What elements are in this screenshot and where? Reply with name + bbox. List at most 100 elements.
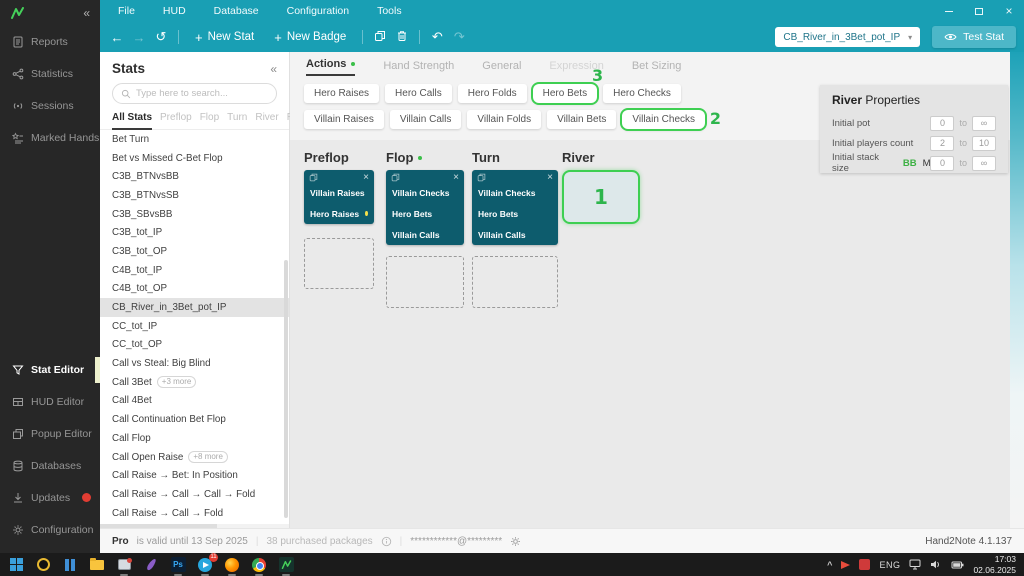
copy-icon[interactable] [391, 173, 400, 182]
list-item[interactable]: CB_River_in_3Bet_pot_IP [100, 298, 289, 317]
tray-app-icon[interactable] [841, 561, 850, 569]
undo-button[interactable]: ↶ [426, 29, 448, 45]
list-item[interactable]: CC_tot_IP [100, 317, 289, 336]
list-item[interactable]: Call Raise → Call → Fold [100, 504, 289, 523]
telegram-app-icon[interactable]: 11 [197, 557, 213, 573]
sidebar-item-popup-editor[interactable]: Popup Editor [0, 418, 100, 450]
stats-filter-tab[interactable]: Turn [227, 112, 247, 129]
initial-players-from-input[interactable]: 2 [930, 136, 954, 151]
card-action-row[interactable]: Villain Checks [386, 182, 464, 203]
stats-list-scrollbar[interactable] [284, 260, 288, 518]
list-item[interactable]: C4B_tot_OP [100, 280, 289, 299]
sidebar-collapse-button[interactable]: « [83, 6, 90, 20]
list-item[interactable]: Call 4Bet [100, 392, 289, 411]
list-item[interactable]: Call Continuation Bet Flop [100, 410, 289, 429]
initial-pot-to-input[interactable]: ∞ [972, 116, 996, 131]
list-item[interactable]: Call 3Bet +3 more [100, 373, 289, 392]
list-item[interactable]: Bet vs Missed C-Bet Flop [100, 149, 289, 168]
action-button-hero-calls[interactable]: Hero Calls [385, 84, 452, 103]
stats-filter-tab[interactable]: Flop [200, 112, 219, 129]
copy-icon[interactable] [477, 173, 486, 182]
new-badge-button[interactable]: + New Badge [264, 31, 356, 44]
explorer-app-icon[interactable] [89, 557, 105, 573]
card-action-row[interactable]: Villain Raises [304, 182, 374, 203]
initial-pot-from-input[interactable]: 0 [930, 116, 954, 131]
taskview-app-icon[interactable] [62, 557, 78, 573]
sidebar-item-databases[interactable]: Databases [0, 450, 100, 482]
river-highlighted-slot[interactable]: 1 [562, 170, 640, 224]
action-button-villain-folds[interactable]: Villain Folds [467, 110, 541, 129]
unit-bb-toggle[interactable]: BB [903, 158, 917, 169]
list-item[interactable]: C3B_BTNvsBB [100, 167, 289, 186]
hand2note-app-icon[interactable] [278, 557, 294, 573]
stats-filter-tab[interactable]: River [255, 112, 278, 129]
test-stat-button[interactable]: Test Stat [932, 26, 1016, 48]
unit-m-toggle[interactable]: M [923, 158, 931, 169]
monitor-icon[interactable] [909, 559, 921, 570]
flop-action-card[interactable]: × Villain ChecksHero BetsVillain Calls [386, 170, 464, 245]
list-item[interactable]: C3B_BTNvsSB [100, 186, 289, 205]
editor-tab[interactable]: Bet Sizing [632, 60, 682, 76]
close-icon[interactable]: × [363, 173, 369, 183]
sidebar-item-reports[interactable]: Reports [0, 26, 100, 58]
language-indicator[interactable]: ENG [879, 560, 900, 570]
editor-tab[interactable]: General [482, 60, 521, 76]
sidebar-item-sessions[interactable]: Sessions [0, 90, 100, 122]
action-button-villain-bets[interactable]: Villain Bets [547, 110, 616, 129]
tray-expand-chevron[interactable]: ^ [827, 560, 832, 570]
copy-icon[interactable] [309, 173, 318, 182]
card-action-row[interactable]: Villain Checks [472, 182, 558, 203]
flop-empty-slot[interactable] [386, 256, 464, 308]
editor-tab[interactable]: Hand Strength [383, 60, 454, 76]
card-action-row[interactable]: Hero Raises [304, 203, 374, 224]
minimize-button[interactable] [934, 0, 964, 22]
sidebar-item-hud-editor[interactable]: HUD Editor [0, 386, 100, 418]
redo-button[interactable]: ↷ [448, 29, 470, 45]
list-item[interactable]: Call Open Raise +8 more [100, 448, 289, 467]
list-item[interactable]: C3B_tot_IP [100, 223, 289, 242]
action-button-villain-checks[interactable]: Villain Checks 2 [622, 110, 705, 129]
speaker-icon[interactable] [930, 559, 942, 570]
gear-icon[interactable] [510, 536, 521, 547]
menu-item[interactable]: Database [200, 0, 273, 22]
clock[interactable]: 17:03 02.06.2025 [973, 554, 1016, 574]
menu-item[interactable]: File [104, 0, 149, 22]
initial-stack-from-input[interactable]: 0 [930, 156, 954, 171]
turn-action-card[interactable]: × Villain ChecksHero BetsVillain Calls [472, 170, 558, 245]
maximize-button[interactable] [964, 0, 994, 22]
preflop-empty-slot[interactable] [304, 238, 374, 289]
list-item[interactable]: C4B_tot_IP [100, 261, 289, 280]
stats-filter-tab[interactable]: Preflop [160, 112, 192, 129]
sidebar-item-configuration[interactable]: Configuration [0, 514, 100, 546]
action-button-hero-checks[interactable]: Hero Checks [603, 84, 681, 103]
action-button-hero-bets[interactable]: Hero Bets 3 [533, 84, 597, 103]
security-app-icon[interactable] [35, 557, 51, 573]
list-item[interactable]: Bet Turn [100, 130, 289, 149]
action-button-hero-raises[interactable]: Hero Raises [304, 84, 379, 103]
new-stat-button[interactable]: + New Stat [185, 31, 264, 44]
list-item[interactable]: CC_tot_OP [100, 336, 289, 355]
search-input[interactable] [136, 88, 268, 99]
sidebar-item-updates[interactable]: Updates [0, 482, 100, 514]
lightshot-app-icon[interactable] [143, 557, 159, 573]
back-button[interactable]: ← [106, 30, 128, 45]
list-item[interactable]: C3B_tot_OP [100, 242, 289, 261]
start-button[interactable] [8, 557, 24, 573]
forward-button[interactable]: → [128, 30, 150, 45]
menu-item[interactable]: Tools [363, 0, 416, 22]
initial-players-to-input[interactable]: 10 [972, 136, 996, 151]
chrome-app-icon[interactable] [251, 557, 267, 573]
card-action-row[interactable]: Hero Bets [472, 203, 558, 224]
list-item[interactable]: Call Raise → Call → Call → Fold [100, 485, 289, 504]
stats-panel-collapse-button[interactable]: « [270, 62, 277, 76]
close-button[interactable]: × [994, 0, 1024, 22]
battery-icon[interactable] [951, 560, 964, 570]
close-icon[interactable]: × [547, 173, 553, 183]
sidebar-item-marked-hands[interactable]: Marked Hands [0, 122, 100, 154]
tray-app-icon[interactable] [859, 559, 870, 570]
list-item[interactable]: C3B_SBvsBB [100, 205, 289, 224]
history-button[interactable]: ↺ [150, 29, 172, 45]
copy-button[interactable] [369, 30, 391, 45]
close-icon[interactable]: × [453, 173, 459, 183]
menu-item[interactable]: HUD [149, 0, 200, 22]
